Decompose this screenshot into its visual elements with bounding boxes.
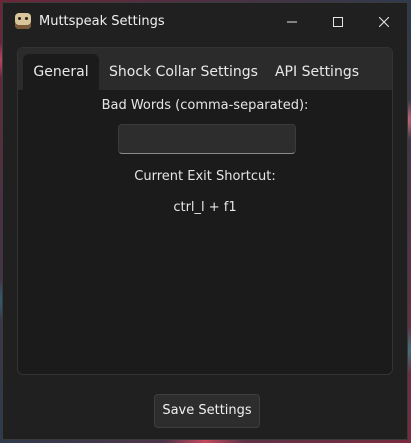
exit-shortcut-label: Current Exit Shortcut: [134,169,276,184]
close-icon [379,17,389,27]
tab-shock-collar-settings[interactable]: Shock Collar Settings [109,54,258,90]
maximize-icon [333,17,343,27]
minimize-icon [287,21,297,23]
close-button[interactable] [361,3,407,41]
tab-general[interactable]: General [23,54,99,90]
settings-window: Muttspeak Settings General Shock Collar … [2,2,408,440]
tab-api-settings[interactable]: API Settings [270,54,364,90]
save-settings-button[interactable]: Save Settings [154,394,260,428]
tab-bar: General Shock Collar Settings API Settin… [18,48,392,90]
bad-words-label: Bad Words (comma-separated): [101,98,309,113]
maximize-button[interactable] [315,3,361,41]
minimize-button[interactable] [269,3,315,41]
title-bar[interactable]: Muttspeak Settings [3,3,407,41]
bad-words-input[interactable] [118,124,296,154]
dog-face-icon [15,13,31,29]
window-title: Muttspeak Settings [39,14,165,29]
settings-panel: General Shock Collar Settings API Settin… [17,47,393,375]
exit-shortcut-value: ctrl_l + f1 [173,200,237,215]
window-controls [269,3,407,41]
